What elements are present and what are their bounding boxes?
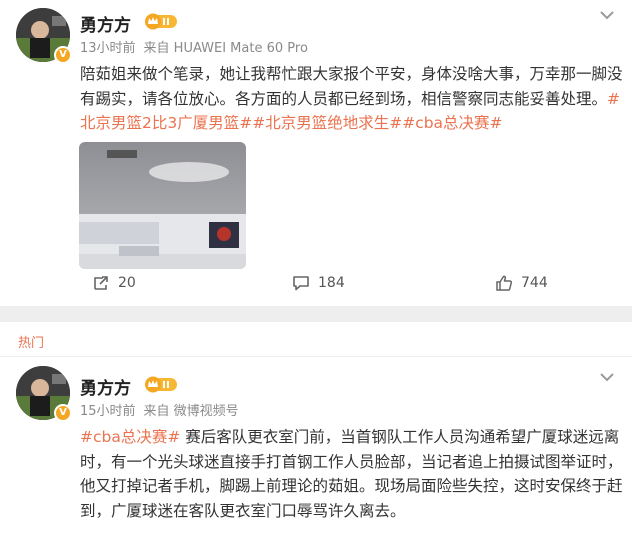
comment-button[interactable]: 184 xyxy=(292,274,345,292)
post-time: 15小时前 xyxy=(80,404,136,419)
crown-badge-icon xyxy=(145,13,177,30)
avatar[interactable]: V xyxy=(16,366,72,422)
action-bar: 20 184 744 xyxy=(0,274,632,304)
more-chevron-icon[interactable] xyxy=(598,6,616,24)
post-source: 来自 微博视频号 xyxy=(143,404,239,419)
username[interactable]: 勇方方 xyxy=(80,374,131,399)
like-icon xyxy=(496,275,513,291)
repost-button[interactable]: 20 xyxy=(92,274,136,292)
more-chevron-icon[interactable] xyxy=(598,368,616,386)
verified-icon: V xyxy=(54,46,72,64)
post-meta: 13小时前 来自 HUAWEI Mate 60 Pro xyxy=(80,37,316,56)
username[interactable]: 勇方方 xyxy=(80,11,131,36)
post-source: 来自 HUAWEI Mate 60 Pro xyxy=(143,41,308,56)
repost-count: 20 xyxy=(118,275,136,291)
like-count: 744 xyxy=(521,275,548,291)
comment-count: 184 xyxy=(318,275,345,291)
like-button[interactable]: 744 xyxy=(495,274,548,292)
comment-icon xyxy=(293,276,309,291)
divider xyxy=(0,306,632,322)
avatar[interactable]: V xyxy=(16,8,72,64)
topic-link[interactable]: #cba总决赛# xyxy=(80,428,180,446)
post-text: 陪茹姐来做个笔录，她让我帮忙跟大家报个平安，身体没啥大事，万幸那一脚没有踢实，请… xyxy=(80,62,625,136)
post-body: 陪茹姐来做个笔录，她让我帮忙跟大家报个平安，身体没啥大事，万幸那一脚没有踢实，请… xyxy=(80,65,623,108)
topic-link[interactable]: #北京男篮绝地求生# xyxy=(252,114,402,132)
crown-badge-icon xyxy=(145,376,177,393)
post-text: #cba总决赛# 赛后客队更衣室门前，当首钢队工作人员沟通希望广厦球迷远离时，有… xyxy=(80,425,625,523)
repost-icon xyxy=(94,276,108,290)
divider xyxy=(0,356,632,357)
post-image[interactable] xyxy=(79,142,246,269)
post-time: 13小时前 xyxy=(80,41,136,56)
verified-icon: V xyxy=(54,404,72,422)
post-meta: 15小时前 来自 微博视频号 xyxy=(80,400,247,419)
section-label-hot: 热门 xyxy=(18,336,45,351)
topic-link[interactable]: #cba总决赛# xyxy=(402,114,502,132)
